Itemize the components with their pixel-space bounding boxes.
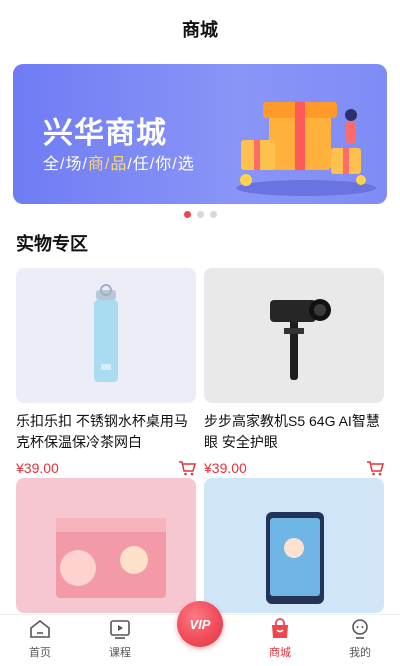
tab-vip[interactable]: VIP (160, 601, 240, 666)
home-icon (30, 619, 50, 638)
product-price: ¥39.00 (16, 460, 59, 476)
carousel-indicator (0, 211, 400, 218)
promo-banner[interactable]: 兴华商城 全/场/商/品/任/你/选 (13, 64, 387, 204)
carousel-dot[interactable] (196, 211, 204, 218)
product-price: ¥39.00 (204, 460, 247, 476)
tab-profile[interactable]: 我的 (320, 615, 400, 666)
water-bottle-icon (94, 284, 118, 382)
banner-subtitle-highlight: 商/品 (87, 156, 128, 173)
play-icon (110, 620, 130, 639)
product-card[interactable]: 乐扣乐扣 不锈钢水杯桌用马克杯保温保冷茶网白 ¥39.00 (16, 268, 196, 477)
tab-label: 我的 (349, 647, 371, 659)
tab-mall[interactable]: 商城 (240, 615, 320, 666)
carousel-dot[interactable] (209, 211, 217, 218)
banner-subtitle-part-1: 全/场/ (43, 156, 88, 173)
vip-icon: VIP (177, 601, 223, 647)
bottom-tab-bar: 首页 课程 VIP 商城 我的 (0, 601, 400, 666)
cart-icon[interactable] (366, 459, 384, 477)
cart-icon[interactable] (178, 459, 196, 477)
banner-title: 兴华商城 (43, 117, 167, 150)
product-name: 步步高家教机S5 64G AI智慧眼 安全护眼 (204, 413, 380, 450)
peach-drink-box-icon (56, 518, 166, 598)
tablet-icon (266, 512, 324, 604)
product-image[interactable] (204, 478, 384, 613)
tab-label: 课程 (109, 647, 131, 659)
product-card[interactable]: 步步高家教机S5 64G AI智慧眼 安全护眼 ¥39.00 (204, 268, 384, 477)
tab-course[interactable]: 课程 (80, 615, 160, 666)
profile-icon (352, 619, 368, 639)
product-card[interactable] (16, 478, 196, 613)
section-title: 实物专区 (16, 234, 88, 254)
camera-stabilizer-icon (270, 299, 331, 380)
shopping-bag-icon (272, 618, 288, 638)
product-image[interactable] (16, 478, 196, 613)
tab-home[interactable]: 首页 (0, 615, 80, 666)
gift-box-illustration (236, 102, 376, 196)
banner-subtitle: 全/场/商/品/任/你/选 (43, 150, 195, 174)
page-title: 商城 (182, 20, 218, 40)
product-image[interactable] (16, 268, 196, 403)
banner-subtitle-part-3: /任/你/选 (127, 156, 195, 173)
product-card[interactable] (204, 478, 384, 613)
tab-label: 首页 (29, 647, 51, 659)
product-image[interactable] (204, 268, 384, 403)
product-name: 乐扣乐扣 不锈钢水杯桌用马克杯保温保冷茶网白 (16, 413, 188, 450)
top-bar: 商城 (0, 0, 400, 58)
tab-label: 商城 (269, 647, 291, 659)
carousel-dot[interactable] (183, 211, 191, 218)
